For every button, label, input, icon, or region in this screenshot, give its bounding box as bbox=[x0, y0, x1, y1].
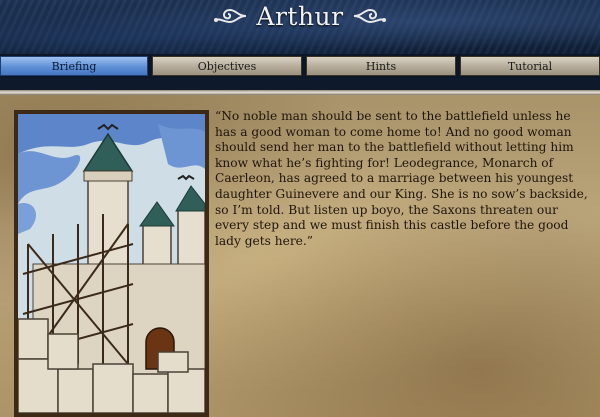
tab-objectives[interactable]: Objectives bbox=[152, 56, 302, 76]
tab-hints-label: Hints bbox=[365, 59, 397, 73]
tab-hints[interactable]: Hints bbox=[306, 56, 456, 76]
tab-tutorial[interactable]: Tutorial bbox=[460, 56, 600, 76]
tab-objectives-label: Objectives bbox=[197, 59, 257, 73]
tab-bar: Briefing Objectives Hints Tutorial bbox=[0, 54, 600, 78]
castle-illustration bbox=[14, 110, 209, 417]
tab-tutorial-label: Tutorial bbox=[507, 59, 553, 73]
title-banner: Arthur bbox=[0, 0, 600, 54]
tab-briefing-label: Briefing bbox=[51, 59, 97, 73]
briefing-text: “No noble man should be sent to the batt… bbox=[215, 109, 588, 248]
castle-image bbox=[18, 114, 205, 413]
tab-briefing[interactable]: Briefing bbox=[0, 56, 148, 76]
left-flourish-icon bbox=[214, 8, 247, 24]
right-flourish-icon bbox=[353, 8, 386, 24]
page-title: Arthur bbox=[256, 1, 344, 31]
title-row: Arthur bbox=[0, 0, 600, 32]
